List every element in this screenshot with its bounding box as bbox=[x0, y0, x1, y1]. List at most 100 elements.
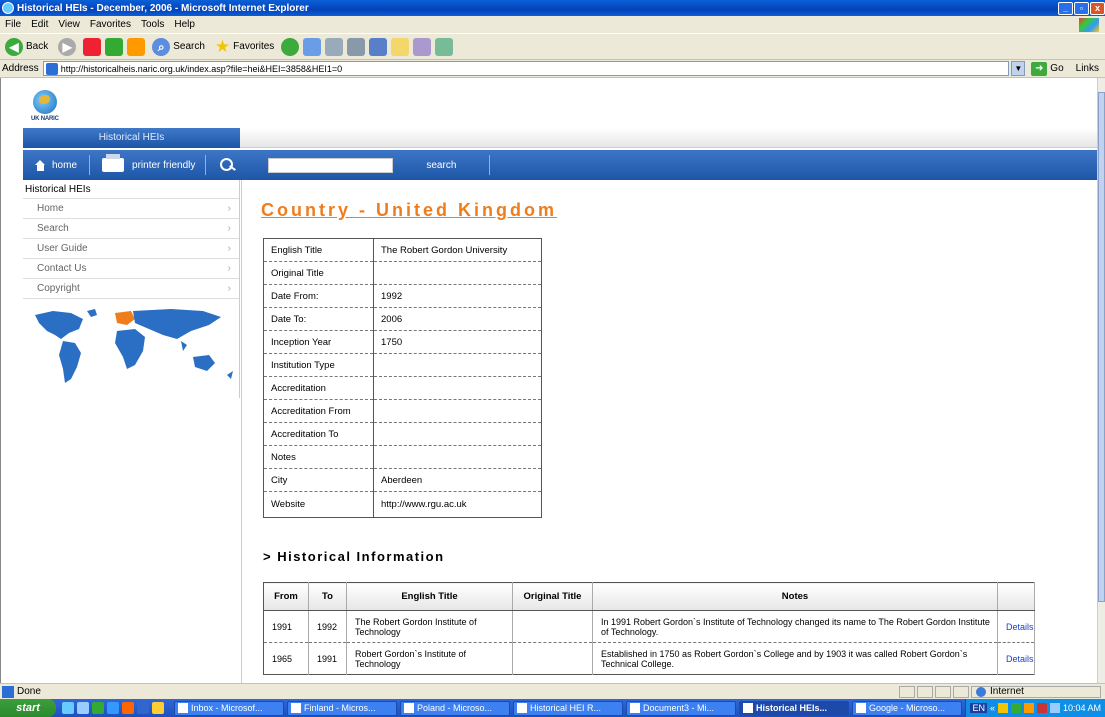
favorites-label: Favorites bbox=[233, 41, 275, 52]
tray-volume-icon[interactable] bbox=[1049, 703, 1060, 713]
details-row: Date To: 2006 bbox=[263, 307, 542, 331]
table-row: 1991 1992 The Robert Gordon Institute of T… bbox=[263, 610, 1035, 643]
forward-button[interactable]: ▶ bbox=[55, 37, 79, 57]
task-app-icon bbox=[630, 703, 640, 713]
sidebar-item-user-guide[interactable]: User Guide bbox=[23, 239, 239, 259]
cell-notes: In 1991 Robert Gordon`s Institute of Tec… bbox=[592, 610, 998, 643]
menu-tools[interactable]: Tools bbox=[136, 19, 169, 30]
excel-quicklaunch-icon[interactable] bbox=[92, 702, 104, 714]
scrollbar-thumb[interactable] bbox=[1098, 92, 1105, 602]
start-button[interactable]: start bbox=[0, 699, 56, 717]
details-row: Accreditation To bbox=[263, 422, 542, 446]
menu-file[interactable]: File bbox=[0, 19, 26, 30]
history-icon[interactable] bbox=[303, 37, 322, 56]
links-button[interactable]: Links bbox=[1076, 63, 1099, 74]
sidebar-item-search[interactable]: Search bbox=[23, 219, 239, 239]
media-icon[interactable] bbox=[281, 37, 300, 56]
taskbar-task[interactable]: Historical HEIs... bbox=[739, 700, 849, 716]
taskbar-task[interactable]: Historical HEI R... bbox=[513, 700, 623, 716]
task-label: Historical HEIs... bbox=[756, 703, 828, 713]
details-row: Accreditation bbox=[263, 376, 542, 400]
nav-home-link[interactable]: home bbox=[23, 159, 89, 171]
details-value: The Robert Gordon University bbox=[373, 238, 542, 262]
back-button[interactable]: ◀ Back bbox=[2, 37, 51, 57]
page-viewport: UK NARIC Historical HEIs home printer fr… bbox=[0, 78, 1097, 683]
menu-edit[interactable]: Edit bbox=[26, 19, 53, 30]
menu-favorites[interactable]: Favorites bbox=[85, 19, 136, 30]
vertical-scrollbar[interactable] bbox=[1097, 78, 1105, 683]
page-icon bbox=[45, 62, 58, 75]
clock[interactable]: 10:04 AM bbox=[1063, 703, 1101, 713]
cell-english-title: The Robert Gordon Institute of Technolog… bbox=[346, 610, 513, 643]
tab-historical-heis[interactable]: Historical HEIs bbox=[23, 128, 240, 148]
close-button[interactable]: x bbox=[1090, 1, 1105, 15]
details-key: Accreditation From bbox=[263, 399, 374, 423]
address-input[interactable]: http://historicalheis.naric.org.uk/index… bbox=[42, 61, 1010, 76]
site-search-button[interactable]: search bbox=[393, 160, 489, 171]
task-app-icon bbox=[743, 703, 753, 713]
details-link[interactable]: Details bbox=[997, 610, 1035, 643]
tray-app-icon[interactable] bbox=[1023, 703, 1034, 713]
messenger-icon[interactable] bbox=[435, 37, 454, 56]
address-url: http://historicalheis.naric.org.uk/index… bbox=[60, 63, 343, 74]
page-done-icon bbox=[2, 685, 14, 698]
address-dropdown-button[interactable]: ▼ bbox=[1011, 61, 1026, 76]
sidebar-heading: Historical HEIs bbox=[23, 180, 239, 199]
sidebar-item-home[interactable]: Home bbox=[23, 199, 239, 219]
cell-to: 1992 bbox=[308, 610, 347, 643]
word-icon[interactable] bbox=[369, 37, 388, 56]
folder-icon[interactable] bbox=[391, 37, 410, 56]
taskbar-task[interactable]: Poland - Microso... bbox=[400, 700, 510, 716]
site-tab-row: Historical HEIs bbox=[23, 128, 1097, 148]
back-arrow-icon: ◀ bbox=[5, 37, 23, 56]
maximize-button[interactable]: ▫ bbox=[1074, 1, 1089, 15]
uk-naric-logo[interactable]: UK NARIC bbox=[31, 90, 61, 130]
task-label: Google - Microso... bbox=[869, 703, 946, 713]
search-button[interactable]: ⌕ Search bbox=[149, 37, 208, 57]
taskbar-task[interactable]: Google - Microso... bbox=[852, 700, 962, 716]
language-indicator[interactable]: EN bbox=[970, 703, 987, 713]
outlook-quicklaunch-icon[interactable] bbox=[77, 702, 89, 714]
home-icon[interactable] bbox=[127, 37, 146, 56]
favorites-button[interactable]: ★ Favorites bbox=[212, 36, 277, 58]
tray-security-icon[interactable] bbox=[1036, 703, 1047, 713]
details-row: Date From: 1992 bbox=[263, 284, 542, 308]
go-button[interactable]: ➜ Go bbox=[1031, 61, 1064, 76]
details-value: Aberdeen bbox=[373, 468, 542, 492]
task-app-icon bbox=[178, 703, 188, 713]
task-app-icon bbox=[291, 703, 301, 713]
menu-help[interactable]: Help bbox=[169, 19, 200, 30]
details-key: English Title bbox=[263, 238, 374, 262]
word-quicklaunch-icon[interactable] bbox=[137, 702, 149, 714]
minimize-button[interactable]: _ bbox=[1058, 1, 1073, 15]
ie-quicklaunch-icon[interactable] bbox=[62, 702, 74, 714]
menu-view[interactable]: View bbox=[53, 19, 85, 30]
refresh-icon[interactable] bbox=[105, 37, 124, 56]
tray-chevron-icon[interactable]: « bbox=[990, 703, 995, 713]
outlook-express-quicklaunch-icon[interactable] bbox=[152, 702, 164, 714]
site-search-input[interactable] bbox=[268, 157, 394, 173]
taskbar-task[interactable]: Finland - Micros... bbox=[287, 700, 397, 716]
taskbar-task[interactable]: Document3 - Mi... bbox=[626, 700, 736, 716]
nav-printer-link[interactable]: printer friendly bbox=[90, 154, 205, 172]
messenger-quicklaunch-icon[interactable] bbox=[107, 702, 119, 714]
stop-icon[interactable] bbox=[83, 37, 102, 56]
print-icon[interactable] bbox=[347, 37, 366, 56]
system-tray: EN « 10:04 AM bbox=[965, 699, 1105, 717]
mail-icon[interactable] bbox=[325, 37, 344, 56]
sidebar-item-copyright[interactable]: Copyright bbox=[23, 279, 239, 299]
sidebar-item-contact-us[interactable]: Contact Us bbox=[23, 259, 239, 279]
status-pane bbox=[953, 685, 969, 698]
tray-network-icon[interactable] bbox=[1010, 703, 1021, 713]
tray-mail-icon[interactable] bbox=[997, 703, 1008, 713]
details-row: English Title The Robert Gordon Universit… bbox=[263, 238, 542, 262]
details-key: Date From: bbox=[263, 284, 374, 308]
media-quicklaunch-icon[interactable] bbox=[122, 702, 134, 714]
research-icon[interactable] bbox=[413, 37, 432, 56]
task-app-icon bbox=[856, 703, 866, 713]
cell-to: 1991 bbox=[308, 642, 347, 675]
cell-original-title bbox=[512, 610, 593, 643]
taskbar-task[interactable]: Inbox - Microsof... bbox=[174, 700, 284, 716]
status-text: Done bbox=[17, 686, 41, 697]
details-link[interactable]: Details bbox=[997, 642, 1035, 675]
